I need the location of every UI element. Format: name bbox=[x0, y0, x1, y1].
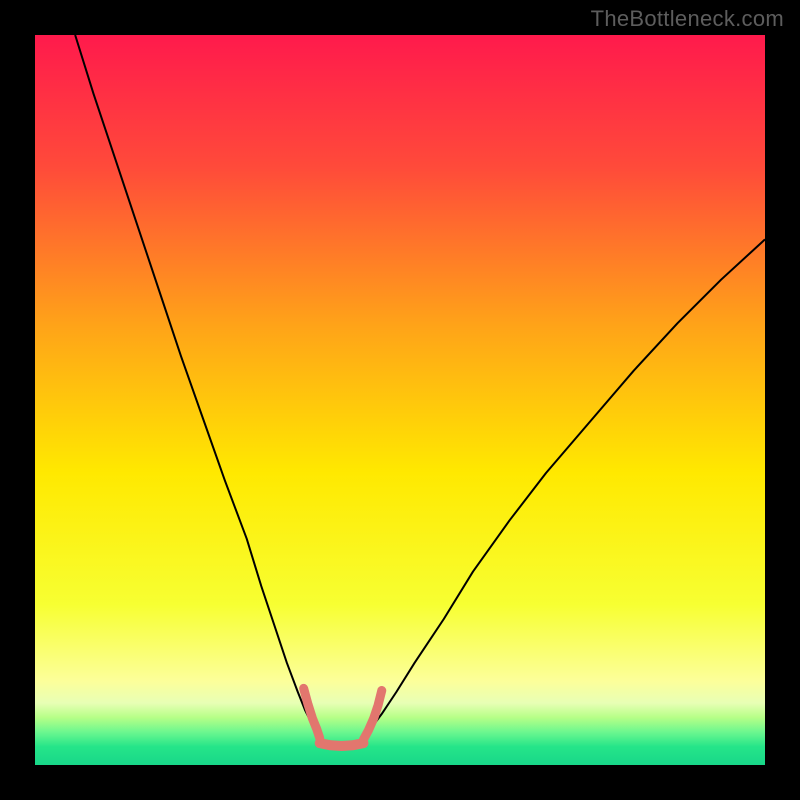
chart-frame: TheBottleneck.com bbox=[0, 0, 800, 800]
credit-link[interactable]: TheBottleneck.com bbox=[591, 6, 784, 32]
bottleneck-chart bbox=[35, 35, 765, 765]
chart-background bbox=[35, 35, 765, 765]
series-optimal-marker-bottom bbox=[320, 743, 364, 746]
plot-area bbox=[35, 35, 765, 765]
